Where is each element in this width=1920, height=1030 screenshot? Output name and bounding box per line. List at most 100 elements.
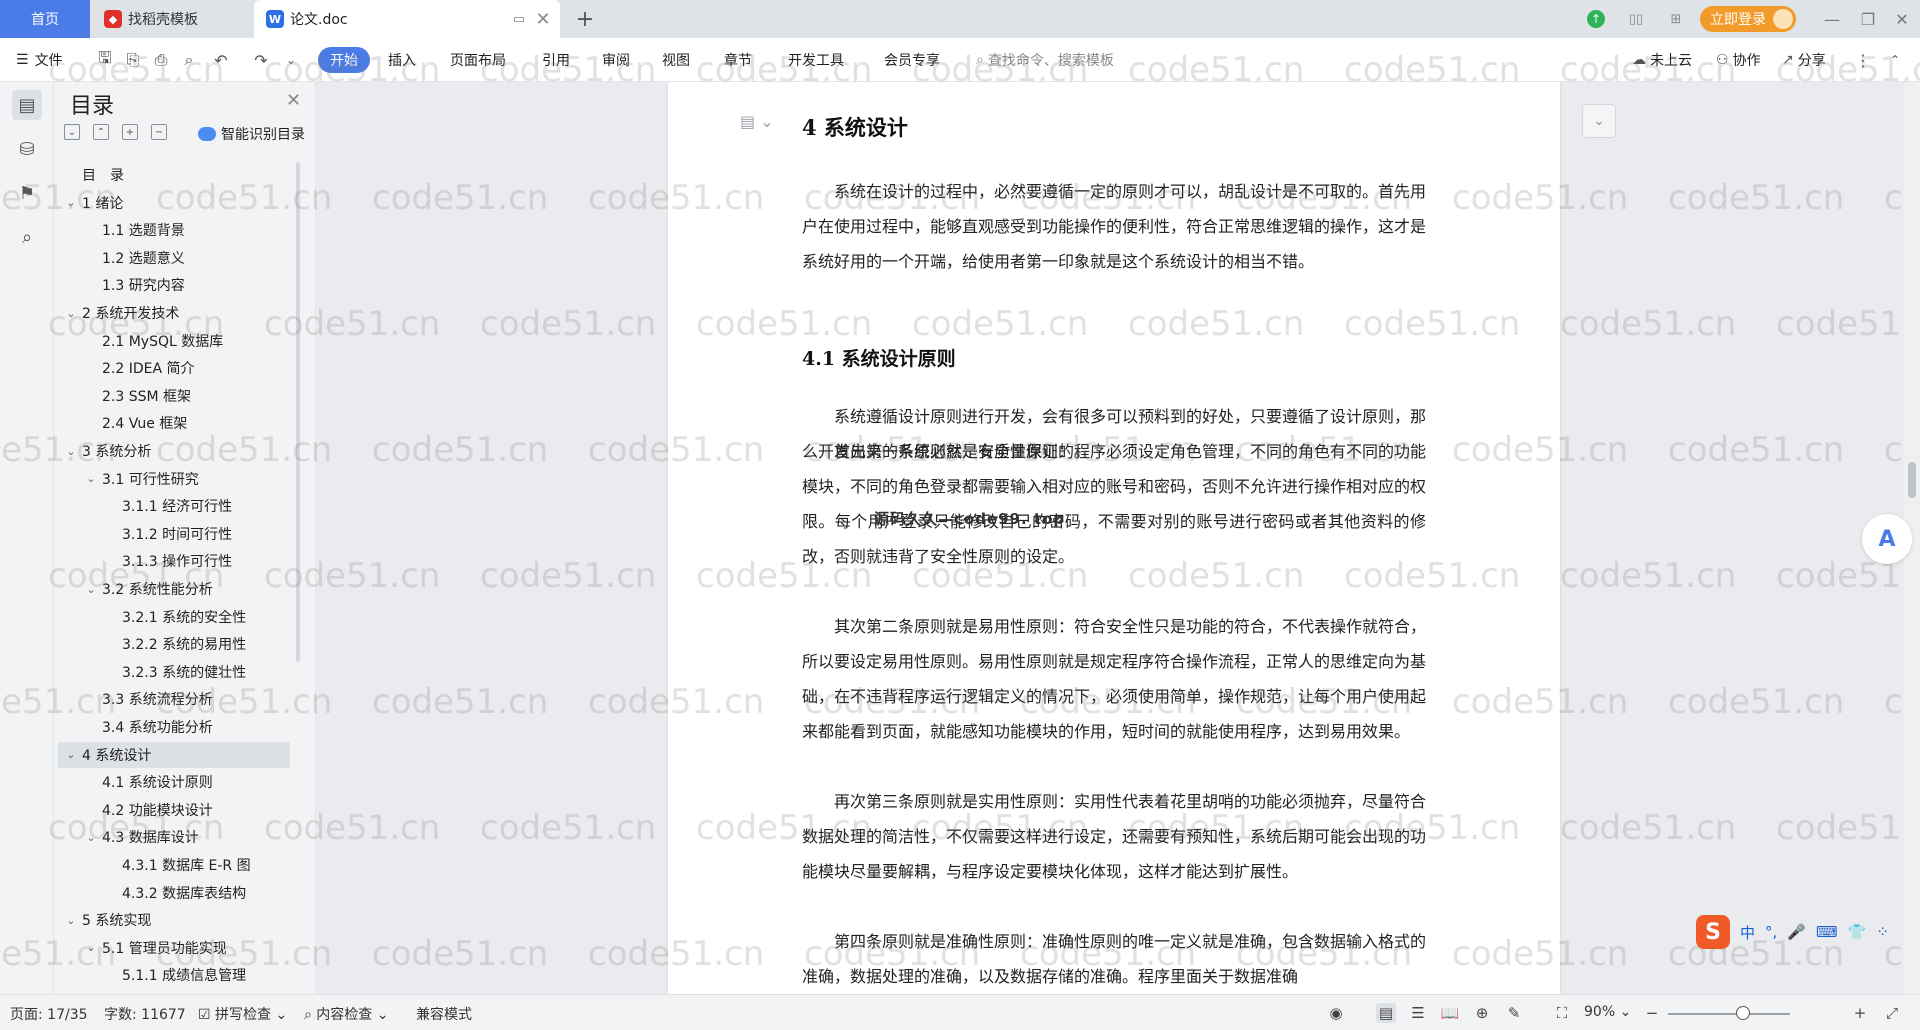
find-icon[interactable]: ⌕ <box>12 222 42 252</box>
eye-protection-icon[interactable]: ◉ <box>1326 1003 1346 1023</box>
smart-toc-button[interactable]: 智能识别目录 <box>198 124 305 144</box>
toc-item[interactable]: 3.1.2 时间可行性 <box>58 521 290 547</box>
ribbon-tab-page-layout[interactable]: 页面布局 <box>450 47 506 73</box>
ribbon-tab-member[interactable]: 会员专享 <box>884 47 940 73</box>
window-layout-icon[interactable]: ▯▯ <box>1620 0 1652 38</box>
toc-item[interactable]: ⌄ 1 绪论 <box>58 190 290 216</box>
export-pdf-icon[interactable]: ⎘ <box>122 49 144 71</box>
cloud-status-button[interactable]: ☁ 未上云 <box>1632 47 1692 73</box>
zoom-level[interactable]: 90% ⌄ <box>1584 1004 1631 1020</box>
chevron-down-icon[interactable]: ⌄ <box>64 445 78 458</box>
toc-item[interactable]: ⌄ 2 系统开发技术 <box>58 300 290 326</box>
tab-close-icon[interactable]: ✕ <box>532 0 554 38</box>
navigation-icon[interactable]: ⛁ <box>12 134 42 164</box>
toc-item[interactable]: 1.2 选题意义 <box>58 245 290 271</box>
bookmark-icon[interactable]: ⚑ <box>12 178 42 208</box>
ime-skin-icon[interactable]: 👕 <box>1848 923 1867 941</box>
ime-keyboard-icon[interactable]: ⌨ <box>1816 923 1838 941</box>
toc-panel-icon[interactable]: ▤ <box>12 90 42 120</box>
apps-grid-icon[interactable]: ⊞ <box>1664 0 1688 38</box>
toc-item[interactable]: 3.1.3 操作可行性 <box>58 548 290 574</box>
more-options-icon[interactable]: ⋮ <box>1852 49 1874 71</box>
toc-item[interactable]: 4.2 功能模块设计 <box>58 797 290 823</box>
outline-view-icon[interactable]: ☰ <box>1408 1003 1428 1023</box>
print-preview-icon[interactable]: ⌕ <box>178 49 200 71</box>
ime-lang-toggle[interactable]: 中 <box>1740 922 1755 943</box>
chevron-down-icon[interactable]: ⌄ <box>84 941 98 954</box>
command-search[interactable]: ⌕ 查找命令、搜索模板 <box>976 47 1114 73</box>
tab-home[interactable]: 首页 <box>0 0 90 38</box>
toc-item[interactable]: 2.4 Vue 框架 <box>58 410 290 436</box>
toc-item[interactable]: ⌄ 3.2 系统性能分析 <box>58 576 290 602</box>
web-view-icon[interactable]: ⊕ <box>1472 1003 1492 1023</box>
collaborate-button[interactable]: ⚇ 协作 <box>1716 47 1761 73</box>
quick-access-dropdown-icon[interactable]: ⌄ <box>280 49 302 71</box>
toc-item[interactable]: 3.2.1 系统的安全性 <box>58 604 290 630</box>
ime-logo-icon[interactable]: S <box>1696 915 1730 949</box>
ribbon-tab-chapter[interactable]: 章节 <box>724 47 752 73</box>
collapse-all-icon[interactable]: ⌃ <box>93 124 109 140</box>
page-options-icon[interactable]: ▤ ⌄ <box>740 112 774 131</box>
ribbon-tab-view[interactable]: 视图 <box>662 47 690 73</box>
ribbon-tab-review[interactable]: 审阅 <box>602 47 630 73</box>
collapse-ribbon-icon[interactable]: ⌃ <box>1884 49 1906 71</box>
toc-item[interactable]: 4.3.2 数据库表结构 <box>58 880 290 906</box>
toc-item[interactable]: 2.1 MySQL 数据库 <box>58 328 290 354</box>
chevron-down-icon[interactable]: ⌄ <box>64 914 78 927</box>
filter-panel-icon[interactable]: ⌄ <box>1582 104 1616 138</box>
chevron-down-icon[interactable]: ⌄ <box>64 748 78 761</box>
toc-item[interactable]: 2.3 SSM 框架 <box>58 383 290 409</box>
write-mode-icon[interactable]: ✎ <box>1504 1003 1524 1023</box>
chevron-down-icon[interactable]: ⌄ <box>64 307 78 320</box>
ribbon-tab-start[interactable]: 开始 <box>318 47 370 73</box>
update-icon[interactable]: ↑ <box>1584 0 1608 38</box>
toc-item[interactable]: 2.2 IDEA 简介 <box>58 355 290 381</box>
ime-tools-icon[interactable]: ⁘ <box>1876 923 1889 941</box>
toc-item[interactable]: ⌄ 3.1 可行性研究 <box>58 466 290 492</box>
word-count[interactable]: 字数: 11677 <box>104 1004 186 1024</box>
toc-close-icon[interactable]: ✕ <box>286 90 301 111</box>
ribbon-tab-developer[interactable]: 开发工具 <box>788 47 844 73</box>
tab-daoke-templates[interactable]: ◆ 找稻壳模板 <box>92 0 252 38</box>
toc-item[interactable]: 4.1 系统设计原则 <box>58 769 290 795</box>
chevron-down-icon[interactable]: ⌄ <box>84 583 98 596</box>
chevron-down-icon[interactable]: ⌄ <box>64 196 78 209</box>
fullscreen-icon[interactable]: ⤢ <box>1882 1003 1902 1023</box>
zoom-slider-track[interactable] <box>1668 1013 1790 1015</box>
toc-item[interactable]: ⌄ 3 系统分析 <box>58 438 290 464</box>
spell-check-button[interactable]: ☑ 拼写检查 ⌄ <box>198 1004 287 1024</box>
scroll-thumb[interactable] <box>1908 462 1916 498</box>
toc-item[interactable]: 3.2.3 系统的健壮性 <box>58 659 290 685</box>
add-heading-icon[interactable]: + <box>122 124 138 140</box>
toc-item[interactable]: ⌄ 5.1 管理员功能实现 <box>58 935 290 961</box>
share-button[interactable]: ↗ 分享 <box>1782 47 1826 73</box>
chevron-down-icon[interactable]: ⌄ <box>84 831 98 844</box>
file-menu-button[interactable]: ☰ 文件 <box>16 47 63 73</box>
ime-mic-icon[interactable]: 🎤 <box>1787 923 1806 941</box>
zoom-in-icon[interactable]: + <box>1850 1003 1870 1023</box>
tab-pin-icon[interactable]: ▭ <box>508 0 530 38</box>
document-page[interactable]: ▤ ⌄ 4 系统设计 系统在设计的过程中，必然要遵循一定的原则才可以，胡乱设计是… <box>668 82 1560 994</box>
toc-item[interactable]: ⌄ 4.3 数据库设计 <box>58 824 290 850</box>
toc-item[interactable]: 5.1.1 成绩信息管理 <box>58 962 290 988</box>
toc-item[interactable]: 目 录 <box>58 162 290 188</box>
fit-page-icon[interactable]: ⛶ <box>1552 1003 1572 1023</box>
ribbon-tab-insert[interactable]: 插入 <box>388 47 416 73</box>
reading-view-icon[interactable]: 📖 <box>1440 1003 1460 1023</box>
toc-item[interactable]: 3.4 系统功能分析 <box>58 714 290 740</box>
toc-item[interactable]: 3.2.2 系统的易用性 <box>58 631 290 657</box>
toc-item[interactable]: 4.3.1 数据库 E-R 图 <box>58 852 290 878</box>
page-counter[interactable]: 页面: 17/35 <box>10 1004 88 1024</box>
page-view-icon[interactable]: ▤ <box>1376 1003 1396 1023</box>
ai-assistant-icon[interactable]: A <box>1862 514 1912 564</box>
remove-heading-icon[interactable]: − <box>151 124 167 140</box>
print-icon[interactable]: ⎙ <box>150 49 172 71</box>
close-window-icon[interactable]: ✕ <box>1880 0 1920 38</box>
toc-item[interactable]: 3.1.1 经济可行性 <box>58 493 290 519</box>
toc-item[interactable]: ⌄ 5 系统实现 <box>58 907 290 933</box>
login-button[interactable]: 立即登录 <box>1700 6 1796 32</box>
save-icon[interactable]: 🖫 <box>94 48 116 71</box>
undo-icon[interactable]: ↶ <box>210 49 232 71</box>
new-tab-icon[interactable]: + <box>570 0 600 38</box>
ribbon-tab-references[interactable]: 引用 <box>542 47 570 73</box>
